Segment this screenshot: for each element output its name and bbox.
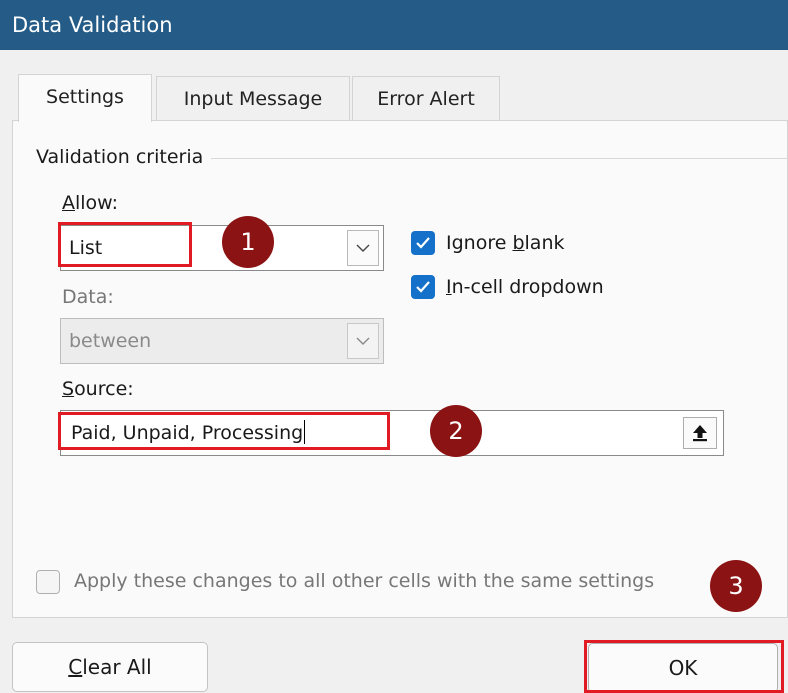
data-value: between: [69, 330, 152, 352]
in-cell-dropdown-text: n-cell dropdown: [451, 276, 604, 298]
validation-criteria-label: Validation criteria: [36, 146, 212, 168]
chevron-down-icon: [356, 337, 370, 345]
allow-dropdown-button[interactable]: [347, 230, 379, 266]
tab-error-alert[interactable]: Error Alert: [352, 76, 500, 121]
step-marker-1: 1: [222, 216, 274, 268]
apply-all-checkbox[interactable]: [36, 570, 60, 594]
source-label-text: ource:: [74, 378, 134, 400]
step-marker-3: 3: [710, 560, 762, 612]
data-dropdown: between: [60, 318, 384, 364]
in-cell-dropdown-label[interactable]: In-cell dropdown: [446, 276, 604, 298]
data-label: Data:: [62, 286, 114, 308]
dialog-title: Data Validation: [12, 13, 173, 37]
ignore-blank-mnemonic: b: [512, 232, 525, 254]
source-label-mnemonic: S: [62, 378, 75, 400]
data-dropdown-button: [347, 323, 379, 359]
clear-all-mnemonic: C: [68, 655, 83, 679]
in-cell-dropdown-checkbox[interactable]: [411, 275, 435, 299]
allow-value: List: [69, 237, 103, 259]
text-caret: [304, 420, 306, 444]
ok-button[interactable]: OK: [588, 643, 778, 693]
source-label: Source:: [62, 378, 134, 400]
ignore-blank-label[interactable]: Ignore blank: [446, 232, 565, 254]
ignore-blank-text-pre: Ignore: [446, 232, 513, 254]
source-input[interactable]: Paid, Unpaid, Processing: [60, 410, 724, 456]
allow-label-mnemonic: A: [62, 192, 75, 214]
chevron-down-icon: [356, 244, 370, 252]
ignore-blank-text-post: lank: [524, 232, 565, 254]
checkmark-icon: [416, 237, 430, 249]
ok-label: OK: [668, 656, 698, 680]
clear-all-button[interactable]: Clear All: [12, 642, 208, 692]
checkmark-icon: [416, 281, 430, 293]
dialog-title-bar: Data Validation: [0, 0, 788, 50]
allow-label: Allow:: [62, 192, 118, 214]
tab-settings[interactable]: Settings: [18, 74, 152, 122]
tab-error-alert-label: Error Alert: [377, 88, 475, 110]
settings-panel: [12, 120, 788, 618]
collapse-dialog-button[interactable]: [683, 417, 717, 449]
allow-label-text: llow:: [75, 192, 119, 214]
apply-all-label[interactable]: Apply these changes to all other cells w…: [74, 570, 654, 592]
upload-arrow-icon: [693, 425, 707, 442]
clear-all-text: lear All: [82, 655, 152, 679]
source-value: Paid, Unpaid, Processing: [71, 422, 304, 444]
tab-input-message[interactable]: Input Message: [156, 76, 350, 121]
step-marker-2: 2: [430, 405, 482, 457]
tab-settings-label: Settings: [46, 86, 124, 108]
ignore-blank-checkbox[interactable]: [411, 231, 435, 255]
tab-input-message-label: Input Message: [183, 88, 323, 110]
